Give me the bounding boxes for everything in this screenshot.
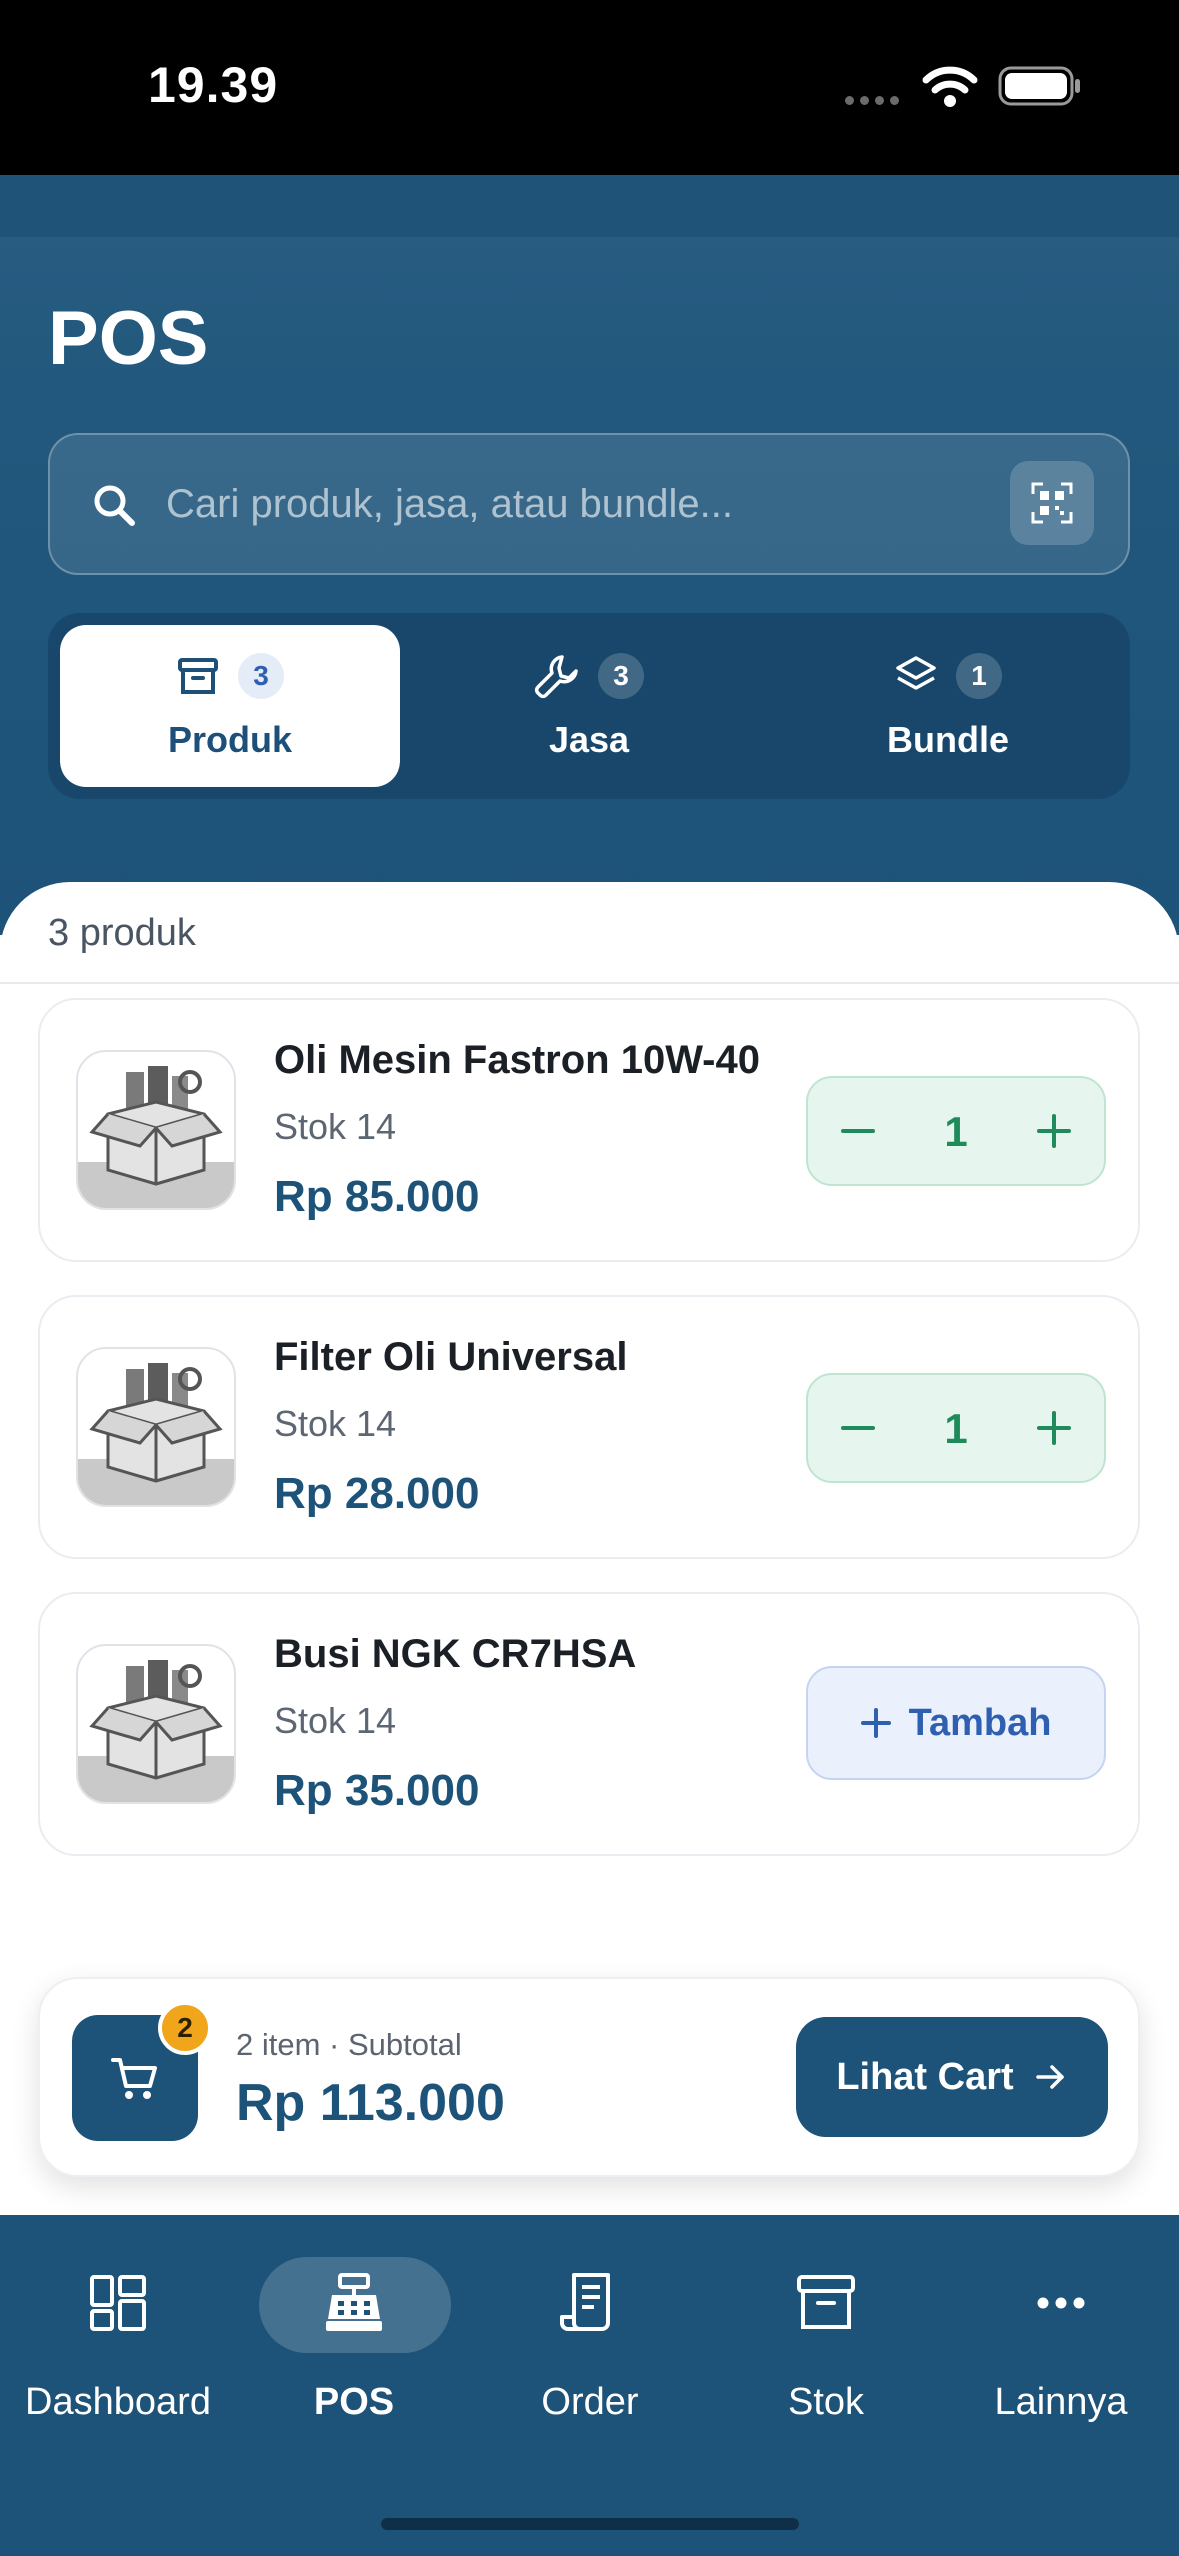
tab-jasa[interactable]: 3 Jasa	[419, 625, 759, 787]
product-stock: Stok 14	[274, 1106, 397, 1147]
archive-box-icon	[797, 2275, 855, 2329]
product-count-label: 3 produk	[48, 912, 196, 954]
product-box-icon	[78, 1363, 234, 1505]
product-name: Oli Mesin Fastron 10W-40	[274, 1038, 760, 1082]
layers-icon	[896, 656, 936, 690]
arrow-right-icon	[1035, 2065, 1064, 2089]
product-stock: Stok 14	[274, 1403, 397, 1444]
home-indicator	[381, 2518, 799, 2530]
decrease-quantity-button[interactable]	[808, 1375, 908, 1481]
pos-header: POS 3	[0, 175, 1179, 935]
decrease-quantity-button[interactable]	[808, 1078, 908, 1184]
tab-count-badge: 3	[238, 653, 284, 699]
receipt-icon	[560, 2273, 610, 2331]
product-thumbnail	[76, 1050, 236, 1210]
plus-icon	[1037, 1411, 1071, 1445]
tab-count-badge: 1	[956, 653, 1002, 699]
status-time: 19.39	[148, 57, 279, 113]
view-cart-label: Lihat Cart	[836, 2055, 1014, 2098]
product-card[interactable]: Oli Mesin Fastron 10W-40 Stok 14 Rp 85.0…	[38, 998, 1140, 1262]
add-to-cart-button[interactable]: Tambah	[806, 1666, 1106, 1780]
product-name: Filter Oli Universal	[274, 1335, 628, 1379]
search-icon	[94, 485, 135, 526]
status-bar: 19.39	[0, 0, 1179, 175]
tab-bundle[interactable]: 1 Bundle	[778, 625, 1118, 787]
tab-label: Produk	[167, 719, 292, 760]
tab-label: Bundle	[887, 719, 1009, 760]
minus-icon	[841, 1129, 875, 1133]
bottom-navigation: Dashboard POS Order Stok Lainnya	[0, 2215, 1179, 2556]
product-price: Rp 85.000	[274, 1172, 480, 1221]
increase-quantity-button[interactable]	[1004, 1375, 1104, 1481]
divider	[0, 982, 1179, 984]
more-dots-icon	[1037, 2297, 1085, 2309]
add-button-label: Tambah	[908, 1701, 1052, 1744]
page-title: POS	[48, 296, 209, 381]
qr-scan-icon	[1031, 482, 1073, 524]
wrench-icon	[534, 655, 578, 699]
quantity-stepper: 1	[806, 1373, 1106, 1483]
nav-item-order[interactable]: Order	[472, 2257, 708, 2423]
cellular-signal-icon	[845, 92, 905, 110]
product-price: Rp 28.000	[274, 1469, 480, 1518]
cart-item-subtotal-label: 2 item · Subtotal	[236, 2027, 462, 2062]
nav-label: Order	[541, 2381, 639, 2423]
product-name: Busi NGK CR7HSA	[274, 1632, 637, 1676]
cart-count-badge: 2	[158, 2001, 212, 2055]
nav-item-lainnya[interactable]: Lainnya	[943, 2257, 1179, 2423]
category-tabs: 3 Produk 3 Jasa 1 Bundle	[48, 613, 1130, 799]
view-cart-button[interactable]: Lihat Cart	[796, 2017, 1108, 2137]
dashboard-icon	[90, 2275, 146, 2331]
nav-item-stok[interactable]: Stok	[708, 2257, 944, 2423]
cart-summary-bar: 2 2 item · Subtotal Rp 113.000 Lihat Car…	[38, 1977, 1140, 2177]
archive-box-icon	[178, 658, 218, 694]
plus-icon	[1037, 1114, 1071, 1148]
cart-subtotal-value: Rp 113.000	[236, 2074, 505, 2132]
tab-label: Jasa	[548, 719, 630, 760]
product-box-icon	[78, 1066, 234, 1208]
product-thumbnail	[76, 1347, 236, 1507]
search-input[interactable]	[166, 471, 986, 537]
shopping-cart-icon	[111, 2058, 157, 2099]
nav-label: Lainnya	[994, 2381, 1128, 2423]
plus-icon	[860, 1708, 891, 1738]
nav-item-dashboard[interactable]: Dashboard	[0, 2257, 236, 2423]
product-card[interactable]: Busi NGK CR7HSA Stok 14 Rp 35.000 Tambah	[38, 1592, 1140, 1856]
nav-item-pos[interactable]: POS	[236, 2257, 472, 2423]
nav-label: POS	[313, 2381, 395, 2423]
product-stock: Stok 14	[274, 1700, 397, 1741]
tab-produk[interactable]: 3 Produk	[60, 625, 400, 787]
quantity-value: 1	[944, 1405, 968, 1452]
cash-register-icon	[326, 2273, 382, 2331]
quantity-stepper: 1	[806, 1076, 1106, 1186]
header-band	[0, 175, 1179, 237]
nav-label: Dashboard	[25, 2381, 211, 2423]
qr-scan-button[interactable]	[1010, 461, 1094, 545]
tab-count-badge: 3	[598, 653, 644, 699]
product-card[interactable]: Filter Oli Universal Stok 14 Rp 28.000 1	[38, 1295, 1140, 1559]
increase-quantity-button[interactable]	[1004, 1078, 1104, 1184]
quantity-value: 1	[944, 1108, 968, 1155]
product-thumbnail	[76, 1644, 236, 1804]
nav-label: Stok	[787, 2381, 865, 2423]
search-bar[interactable]	[48, 433, 1130, 575]
minus-icon	[841, 1426, 875, 1430]
battery-icon	[998, 66, 1080, 106]
product-price: Rp 35.000	[274, 1766, 480, 1815]
wifi-icon	[922, 66, 978, 107]
product-box-icon	[78, 1660, 234, 1802]
